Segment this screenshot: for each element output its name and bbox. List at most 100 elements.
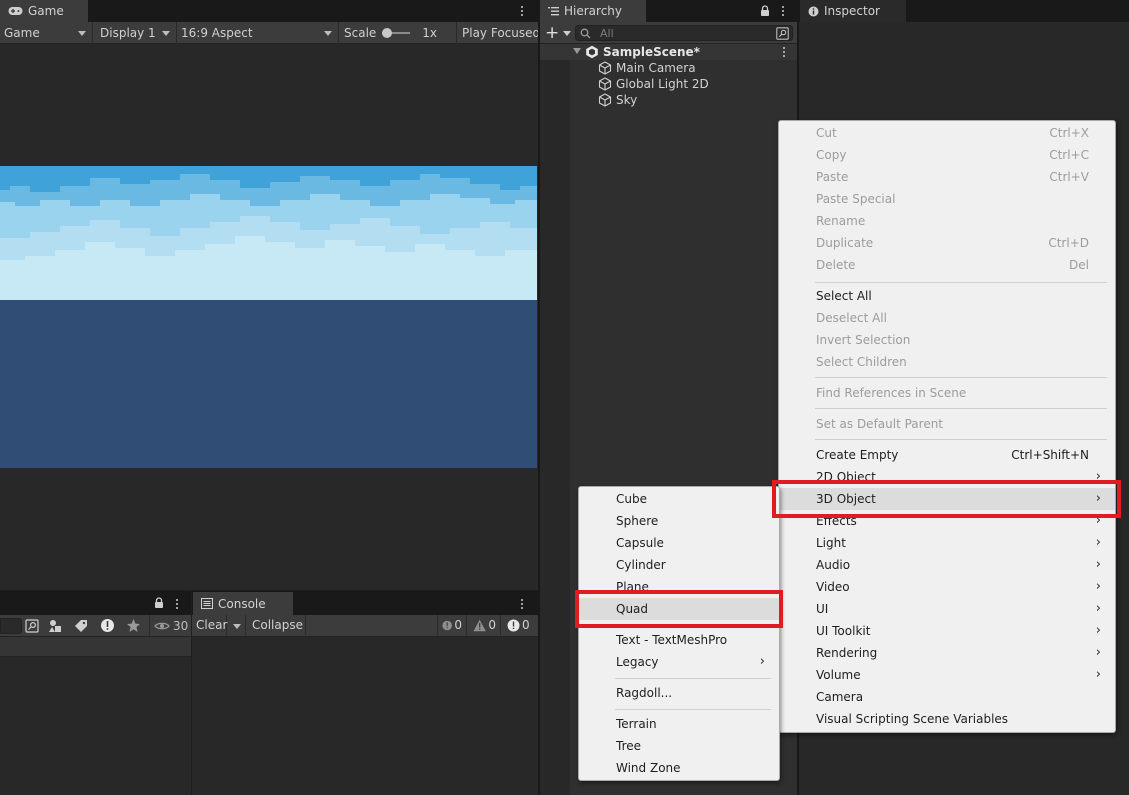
- tab-console-label: Console: [218, 596, 266, 611]
- menu-shortcut: Ctrl+D: [1048, 236, 1089, 250]
- scene-kebab-icon[interactable]: [783, 47, 786, 59]
- tab-inspector[interactable]: Inspector: [800, 0, 906, 22]
- submenu-item-cylinder[interactable]: Cylinder: [579, 554, 779, 576]
- collapse-button[interactable]: Collapse: [248, 615, 306, 635]
- menu-item-cut[interactable]: Cut Ctrl+X: [779, 122, 1115, 144]
- hierarchy-item-main-camera[interactable]: Main Camera: [598, 60, 696, 76]
- project-search-input[interactable]: [0, 618, 22, 634]
- submenu-item-capsule[interactable]: Capsule: [579, 532, 779, 554]
- menu-item-find-references[interactable]: Find References in Scene: [779, 382, 1115, 404]
- aspect-label: 16:9 Aspect: [181, 26, 253, 40]
- project-kebab-icon[interactable]: [176, 599, 179, 611]
- hierarchy-item-sky[interactable]: Sky: [598, 92, 637, 108]
- submenu-item-wind-zone[interactable]: Wind Zone: [579, 757, 779, 779]
- menu-item-paste[interactable]: Paste Ctrl+V: [779, 166, 1115, 188]
- search-by-type-icon[interactable]: [25, 619, 39, 633]
- eye-icon: [154, 622, 170, 630]
- tab-game-label: Game: [28, 4, 64, 18]
- lock-icon[interactable]: [154, 597, 164, 609]
- clear-options-dropdown[interactable]: [228, 615, 246, 635]
- gameobject-cube-icon: [598, 77, 612, 91]
- menu-separator: [815, 377, 1107, 378]
- filter-by-type-icon[interactable]: [48, 619, 62, 633]
- scale-slider-track[interactable]: [382, 28, 411, 38]
- scale-label: Scale: [344, 26, 377, 40]
- game-kebab-icon[interactable]: [521, 6, 524, 18]
- display-dropdown[interactable]: Display 1: [96, 22, 177, 44]
- game-mode-dropdown[interactable]: Game: [0, 22, 93, 44]
- submenu-item-cube[interactable]: Cube: [579, 488, 779, 510]
- menu-item-label: Capsule: [616, 536, 664, 550]
- menu-item-ui[interactable]: UI ›: [779, 598, 1115, 620]
- unity-scene-icon: [586, 45, 598, 59]
- submenu-item-text-mesh-pro[interactable]: Text - TextMeshPro: [579, 629, 779, 651]
- menu-item-label: Rendering: [816, 646, 878, 660]
- warning-count: 0: [488, 618, 496, 632]
- search-by-type-icon[interactable]: [776, 27, 789, 40]
- menu-item-label: Legacy: [616, 655, 659, 669]
- submenu-item-tree[interactable]: Tree: [579, 735, 779, 757]
- chevron-right-icon: ›: [759, 654, 765, 669]
- search-icon: [580, 28, 591, 39]
- menu-item-label: Sphere: [616, 514, 659, 528]
- warning-filter-icon[interactable]: [100, 618, 115, 633]
- menu-item-ui-toolkit[interactable]: UI Toolkit ›: [779, 620, 1115, 642]
- gamepad-icon: [8, 7, 23, 15]
- menu-item-select-all[interactable]: Select All: [779, 285, 1115, 307]
- tab-game[interactable]: Game: [0, 0, 88, 22]
- submenu-item-terrain[interactable]: Terrain: [579, 713, 779, 735]
- hierarchy-item-global-light-2d[interactable]: Global Light 2D: [598, 76, 709, 92]
- menu-separator: [815, 408, 1107, 409]
- menu-item-delete[interactable]: Delete Del: [779, 254, 1115, 276]
- menu-item-deselect-all[interactable]: Deselect All: [779, 307, 1115, 329]
- menu-item-set-default-parent[interactable]: Set as Default Parent: [779, 413, 1115, 435]
- error-toggle[interactable]: 0: [503, 615, 537, 635]
- label-tag-icon[interactable]: [74, 619, 88, 633]
- hierarchy-context-menu: Cut Ctrl+X Copy Ctrl+C Paste Ctrl+V Paste S…: [778, 120, 1116, 733]
- menu-item-volume[interactable]: Volume ›: [779, 664, 1115, 686]
- aspect-dropdown[interactable]: 16:9 Aspect: [177, 22, 339, 44]
- menu-item-duplicate[interactable]: Duplicate Ctrl+D: [779, 232, 1115, 254]
- menu-item-camera[interactable]: Camera: [779, 686, 1115, 708]
- create-dropdown[interactable]: +: [540, 22, 572, 44]
- console-kebab-icon[interactable]: [521, 599, 524, 611]
- menu-item-create-empty[interactable]: Create Empty Ctrl+Shift+N: [779, 444, 1115, 466]
- favorite-star-icon[interactable]: [126, 618, 141, 633]
- scene-header-row[interactable]: SampleScene*: [540, 44, 797, 60]
- submenu-item-sphere[interactable]: Sphere: [579, 510, 779, 532]
- menu-item-label: Light: [816, 536, 846, 550]
- menu-item-video[interactable]: Video ›: [779, 576, 1115, 598]
- hierarchy-kebab-icon[interactable]: [782, 6, 785, 18]
- submenu-item-ragdoll[interactable]: Ragdoll...: [579, 682, 779, 704]
- scene-name: SampleScene*: [603, 45, 700, 59]
- clear-button[interactable]: Clear: [192, 615, 227, 635]
- scale-slider[interactable]: Scale 1x: [340, 22, 457, 44]
- menu-item-label: Camera: [816, 690, 864, 704]
- log-toggle[interactable]: 0: [437, 615, 467, 635]
- menu-item-visual-scripting-scene-variables[interactable]: Visual Scripting Scene Variables: [779, 708, 1115, 730]
- menu-item-light[interactable]: Light ›: [779, 532, 1115, 554]
- game-viewport[interactable]: [0, 44, 538, 590]
- scale-slider-handle[interactable]: [382, 28, 393, 38]
- console-log-area[interactable]: [192, 637, 538, 795]
- menu-item-copy[interactable]: Copy Ctrl+C: [779, 144, 1115, 166]
- menu-separator: [615, 709, 771, 710]
- menu-item-invert-selection[interactable]: Invert Selection: [779, 329, 1115, 351]
- log-count: 0: [454, 618, 462, 632]
- game-mode-label: Game: [4, 26, 40, 40]
- tab-hierarchy[interactable]: Hierarchy: [540, 0, 646, 22]
- warning-toggle[interactable]: 0: [469, 615, 501, 635]
- tab-console[interactable]: Console: [193, 592, 293, 615]
- hierarchy-search-input[interactable]: All: [575, 25, 793, 41]
- expand-arrow-icon[interactable]: [573, 48, 581, 54]
- menu-item-paste-special[interactable]: Paste Special: [779, 188, 1115, 210]
- play-mode-dropdown[interactable]: Play Focused: [458, 22, 538, 44]
- chevron-right-icon: ›: [1095, 623, 1101, 638]
- menu-item-audio[interactable]: Audio ›: [779, 554, 1115, 576]
- submenu-item-legacy[interactable]: Legacy ›: [579, 651, 779, 673]
- menu-item-rendering[interactable]: Rendering ›: [779, 642, 1115, 664]
- hierarchy-lock-icon[interactable]: [760, 5, 770, 17]
- menu-item-rename[interactable]: Rename: [779, 210, 1115, 232]
- visibility-toggle[interactable]: 30: [149, 615, 188, 637]
- menu-item-select-children[interactable]: Select Children: [779, 351, 1115, 373]
